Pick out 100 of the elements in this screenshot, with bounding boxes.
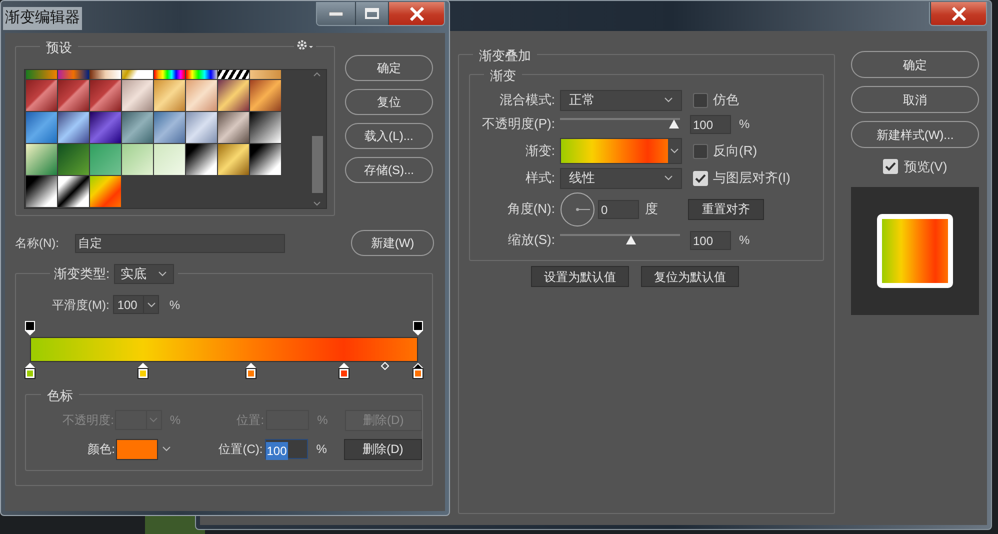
opacity-field[interactable]: [114, 410, 162, 430]
color-swatch[interactable]: [116, 438, 158, 460]
field-value: 100: [116, 297, 138, 313]
opacity-stop-icon[interactable]: [25, 321, 35, 336]
gradient-swatch[interactable]: [218, 144, 250, 176]
minimize-button[interactable]: [317, 2, 355, 25]
color-stop-icon[interactable]: [338, 363, 350, 379]
button[interactable]: 新建样式(W)...: [851, 121, 979, 148]
gradient-swatch[interactable]: [26, 144, 58, 176]
angle-dial[interactable]: [560, 192, 595, 226]
gradient-swatch[interactable]: [186, 144, 218, 176]
scrollbar[interactable]: [310, 72, 324, 206]
chevron-icon: [664, 175, 673, 181]
button[interactable]: 删除(D): [344, 438, 422, 460]
gradient-type-dropdown[interactable]: 实底: [114, 264, 174, 284]
scroll-thumb[interactable]: [312, 136, 322, 192]
gradient-swatch[interactable]: [154, 80, 186, 112]
gradient-swatch[interactable]: [122, 80, 154, 112]
blend-mode-dropdown[interactable]: 正常: [560, 90, 682, 110]
gradient-swatch[interactable]: [26, 176, 58, 208]
gradient-swatch[interactable]: [58, 112, 90, 144]
color-stop-icon[interactable]: [412, 363, 424, 379]
chevron-icon[interactable]: [143, 296, 158, 313]
name-field[interactable]: 自定: [75, 234, 285, 252]
button[interactable]: 取消: [851, 86, 979, 113]
field-label: 混合模式:: [498, 91, 556, 110]
unit-label: %: [317, 412, 328, 429]
midpoint-icon[interactable]: [381, 362, 390, 370]
gradient-swatch[interactable]: [218, 112, 250, 144]
maximize-button[interactable]: [355, 2, 388, 25]
number-field[interactable]: 100: [690, 230, 731, 250]
color-stop-icon[interactable]: [24, 363, 36, 379]
unit-label: %: [739, 116, 750, 133]
gradient-picker[interactable]: [560, 138, 682, 164]
checkbox[interactable]: [693, 144, 708, 158]
unit-label: %: [739, 232, 750, 249]
position-field[interactable]: 100: [264, 439, 308, 459]
gradient-swatch[interactable]: [154, 112, 186, 144]
gradient-swatch[interactable]: [122, 144, 154, 176]
style-dropdown[interactable]: 线性: [560, 168, 682, 188]
gradient-swatch[interactable]: [186, 112, 218, 144]
scroll-up-icon[interactable]: [313, 72, 321, 77]
unit-label: %: [316, 441, 327, 458]
color-stop-icon[interactable]: [137, 363, 148, 379]
number-field[interactable]: 100: [690, 114, 731, 134]
close-icon: [408, 6, 424, 20]
unit-label: 度: [645, 200, 658, 218]
gradient-swatch[interactable]: [90, 112, 122, 144]
button[interactable]: 确定: [345, 55, 433, 81]
gradient-swatch[interactable]: [26, 112, 58, 144]
dropdown-value: 实底: [120, 265, 147, 284]
gradient-swatch[interactable]: [154, 144, 186, 176]
color-stop-icon[interactable]: [246, 363, 257, 379]
gradient-swatch[interactable]: [90, 80, 122, 112]
dropdown-value: 线性: [569, 169, 595, 188]
field-label: 名称(N):: [15, 235, 60, 252]
button[interactable]: 新建(W): [351, 230, 434, 256]
window-title: 渐变编辑器: [3, 7, 82, 30]
gradient-swatch[interactable]: [250, 80, 282, 112]
gradient-swatch[interactable]: [250, 112, 282, 144]
scroll-down-icon[interactable]: [313, 201, 321, 206]
gradient-swatch[interactable]: [186, 80, 218, 112]
smoothness-field[interactable]: 100: [113, 295, 160, 314]
field-label: 渐变:: [524, 142, 556, 160]
field-value: 0: [601, 202, 608, 216]
gradient-swatch[interactable]: [58, 144, 90, 176]
gradient-swatch[interactable]: [58, 80, 90, 112]
gradient-swatch[interactable]: [90, 176, 122, 208]
minimize-icon: [329, 12, 343, 16]
button[interactable]: 重置对齐: [688, 198, 764, 220]
close-button[interactable]: [388, 2, 444, 25]
gradient-bar[interactable]: [30, 337, 418, 362]
close-button[interactable]: [930, 2, 986, 25]
checkbox-label: 仿色: [713, 91, 739, 110]
opacity-stop-icon[interactable]: [413, 321, 423, 336]
field-label: 不透明度(P):: [481, 115, 556, 134]
gradient-swatch[interactable]: [90, 144, 122, 176]
checkbox-label: 预览(V): [904, 158, 948, 176]
gradient-swatch[interactable]: [218, 80, 250, 112]
button[interactable]: 复位为默认值: [641, 266, 739, 287]
field-label: 缩放(S):: [507, 231, 556, 250]
gradient-swatch[interactable]: [250, 144, 282, 176]
field-value: 100: [693, 118, 714, 132]
number-field[interactable]: 0: [598, 200, 639, 218]
chevron-icon: [664, 97, 673, 103]
slider-thumb[interactable]: [668, 119, 680, 129]
field-label: 角度(N):: [506, 200, 556, 218]
button[interactable]: 存储(S)...: [345, 157, 433, 183]
slider-thumb[interactable]: [625, 235, 636, 245]
field-label: 样式:: [524, 169, 556, 188]
checkbox[interactable]: [693, 92, 708, 108]
button[interactable]: 复位: [345, 89, 433, 115]
gradient-swatch[interactable]: [58, 176, 90, 208]
chevron-icon[interactable]: [668, 139, 681, 163]
button[interactable]: 确定: [851, 51, 979, 78]
gradient-swatch[interactable]: [26, 80, 58, 112]
gradient-swatch[interactable]: [122, 112, 154, 144]
button[interactable]: 载入(L)...: [345, 123, 433, 149]
button[interactable]: 设置为默认值: [531, 266, 629, 287]
unit-label: %: [170, 412, 182, 429]
